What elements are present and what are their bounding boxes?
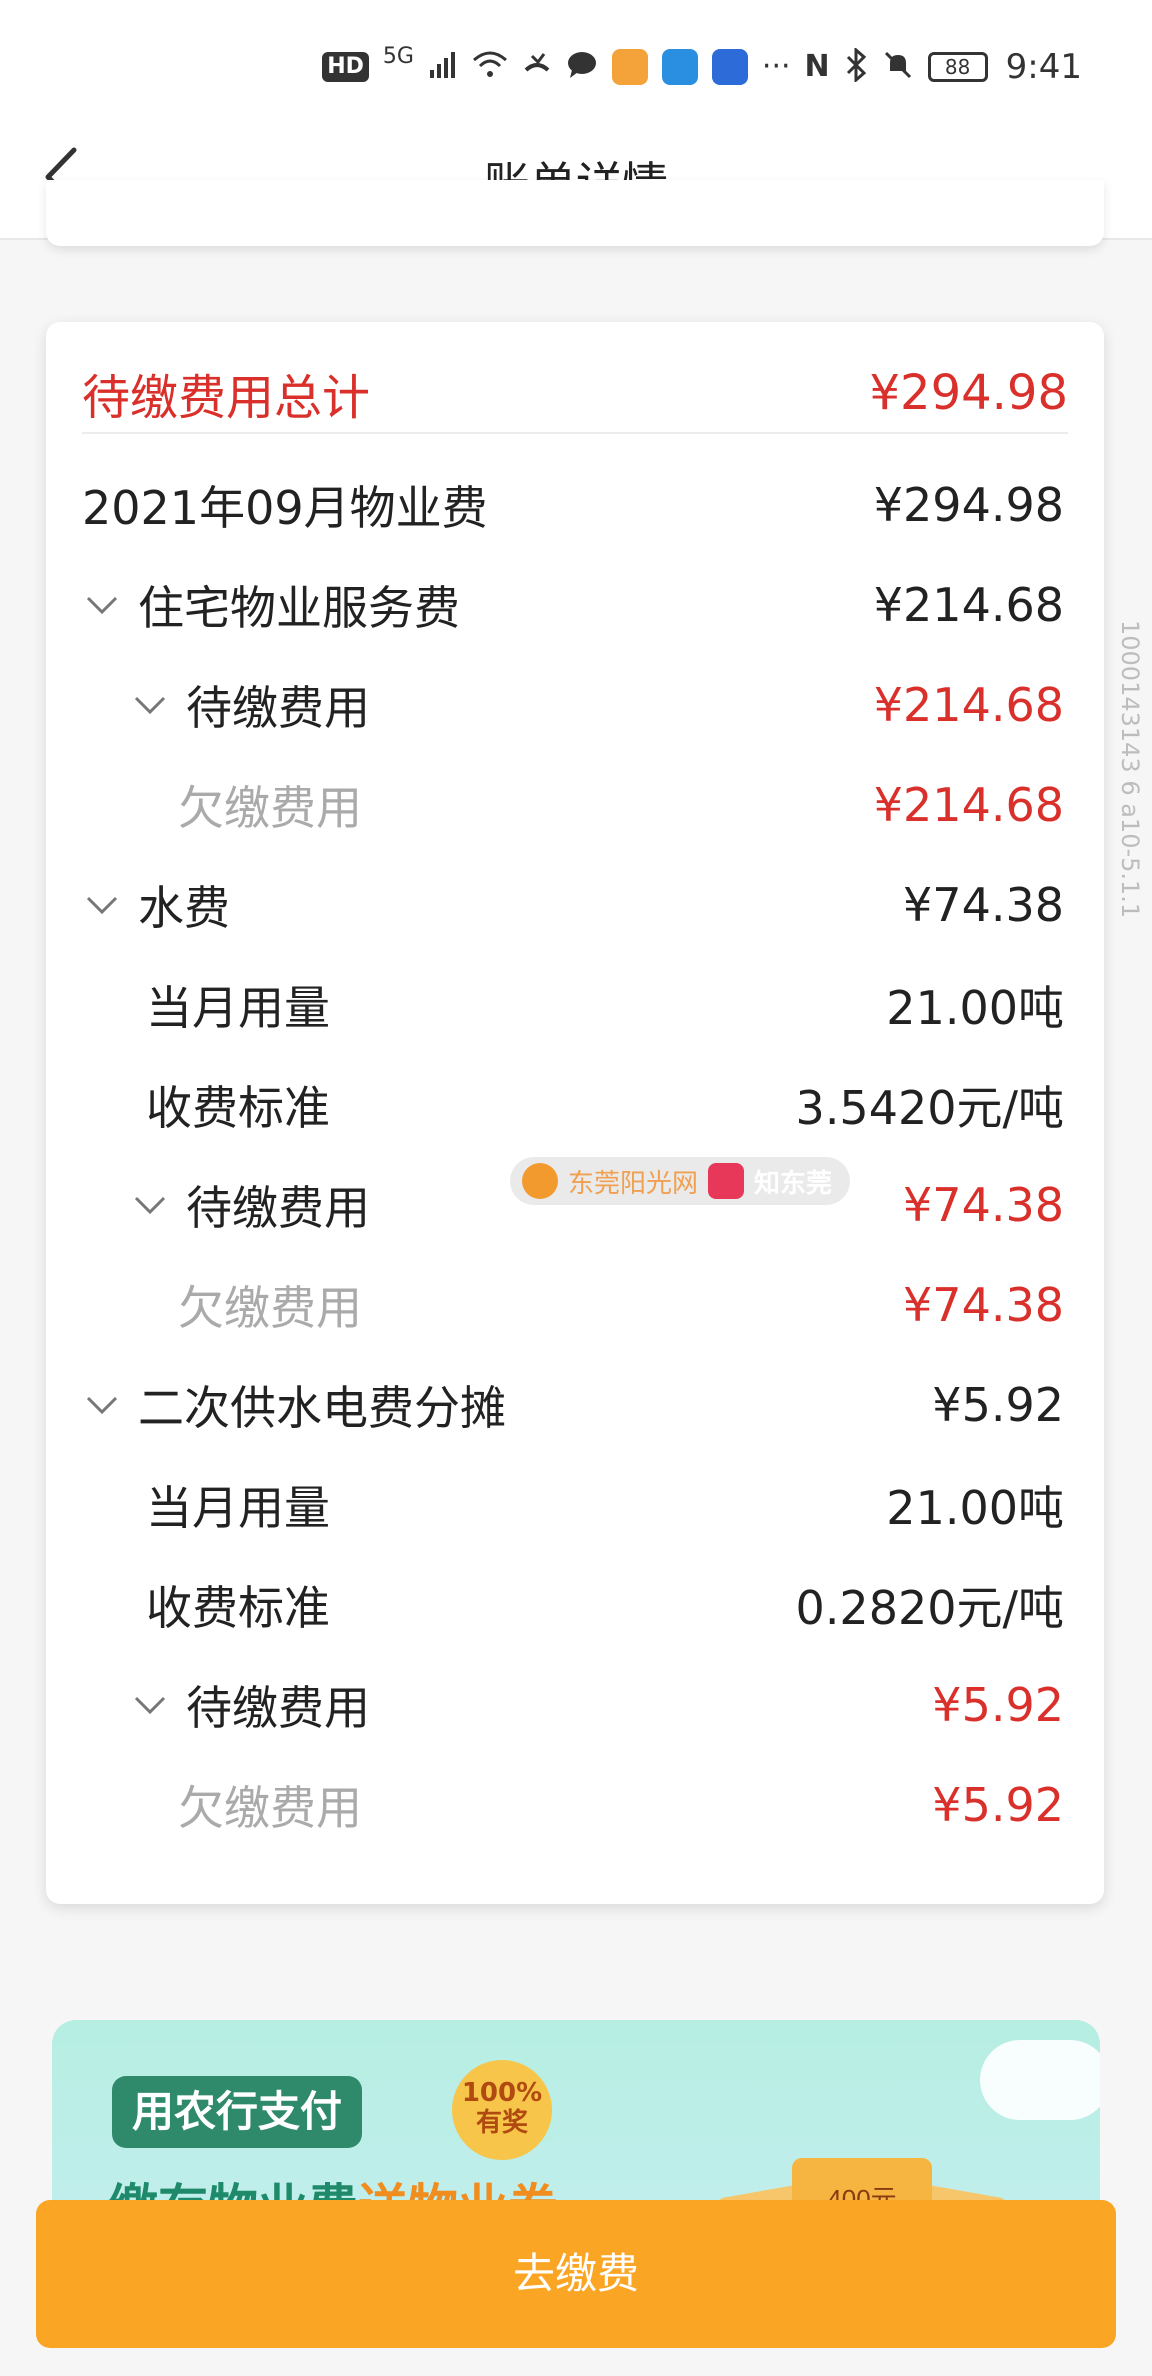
overdue-fee-row: 欠缴费用 ¥214.68	[178, 770, 1064, 840]
row-label: 2021年09月物业费	[82, 481, 488, 535]
fee-group-water[interactable]: 水费 ¥74.38	[82, 870, 1064, 940]
battery-icon: 88	[927, 52, 988, 82]
watermark-brand: 知东莞	[754, 1168, 833, 1199]
status-time: 9:41	[1005, 47, 1082, 87]
bluetooth-icon	[844, 46, 868, 86]
row-value: ¥74.38	[903, 878, 1064, 932]
bill-card: 待缴费用总计 ¥294.98 2021年09月物业费 ¥294.98 住宅物业服…	[46, 322, 1104, 1904]
row-label: 欠缴费用	[178, 1281, 362, 1335]
overdue-fee-row: 欠缴费用 ¥5.92	[178, 1770, 1064, 1840]
prize-badge: 100% 有奖	[452, 2060, 552, 2160]
message-icon	[566, 50, 598, 84]
watermark-site: 东莞阳光网	[568, 1168, 699, 1199]
row-label: 待缴费用	[186, 1681, 370, 1735]
chevron-down-icon[interactable]	[82, 890, 126, 920]
row-label: 当月用量	[146, 1481, 330, 1535]
fee-group-secondary-water[interactable]: 二次供水电费分摊 ¥5.92	[82, 1370, 1064, 1440]
hd-icon: HD	[322, 52, 369, 82]
nfc-icon: N	[804, 49, 830, 84]
pending-fee-row[interactable]: 待缴费用 ¥214.68	[130, 670, 1064, 740]
row-label: 收费标准	[146, 1581, 330, 1635]
row-value: ¥5.92	[932, 1778, 1064, 1832]
row-label: 待缴费用	[186, 681, 370, 735]
row-value: 3.5420元/吨	[795, 1081, 1064, 1135]
row-value: ¥214.68	[873, 778, 1064, 832]
row-label: 待缴费用	[186, 1181, 370, 1235]
row-value: ¥5.92	[932, 1678, 1064, 1732]
row-value: 21.00吨	[886, 1481, 1064, 1535]
row-value: ¥214.68	[873, 578, 1064, 632]
banner-tag: 用农行支付	[112, 2076, 363, 2148]
fee-group-residential[interactable]: 住宅物业服务费 ¥214.68	[82, 570, 1064, 640]
cloud-decoration	[980, 2040, 1100, 2120]
total-amount: ¥294.98	[869, 365, 1069, 421]
pay-button[interactable]: 去缴费	[36, 2200, 1116, 2348]
mute-bell-icon	[882, 49, 914, 85]
status-icons: HD 5G ··· N 88 9:41	[322, 44, 1082, 89]
wifi-icon	[472, 50, 508, 84]
row-label: 欠缴费用	[178, 781, 362, 835]
row-label: 二次供水电费分摊	[138, 1381, 506, 1435]
chevron-down-icon[interactable]	[130, 1690, 174, 1720]
row-value: 21.00吨	[886, 981, 1064, 1035]
bill-period-row: 2021年09月物业费 ¥294.98	[82, 470, 1064, 540]
badge-line1: 100%	[461, 2078, 543, 2108]
app-notification-icon	[611, 49, 648, 85]
row-label: 收费标准	[146, 1081, 330, 1135]
watermark: 东莞阳光网 知东莞	[510, 1157, 850, 1205]
pending-fee-row[interactable]: 待缴费用 ¥5.92	[130, 1670, 1064, 1740]
chevron-down-icon[interactable]	[82, 590, 126, 620]
row-label: 水费	[138, 881, 230, 935]
rate-row: 收费标准 0.2820元/吨	[146, 1570, 1064, 1640]
more-notifications-icon: ···	[761, 49, 791, 84]
usage-row: 当月用量 21.00吨	[146, 970, 1064, 1040]
row-label: 住宅物业服务费	[138, 581, 460, 635]
app-notification-icon-3	[711, 49, 748, 85]
row-value: ¥294.98	[873, 478, 1064, 532]
signal-icon: 5G	[382, 44, 414, 69]
chevron-down-icon[interactable]	[130, 1190, 174, 1220]
bill-total-row: 待缴费用总计 ¥294.98	[82, 354, 1068, 434]
total-label: 待缴费用总计	[82, 370, 371, 426]
app-notification-icon-2	[661, 49, 698, 85]
chevron-down-icon[interactable]	[82, 1390, 126, 1420]
row-value: ¥74.38	[903, 1178, 1064, 1232]
usage-row: 当月用量 21.00吨	[146, 1470, 1064, 1540]
row-value: ¥74.38	[903, 1278, 1064, 1332]
row-label: 欠缴费用	[178, 1781, 362, 1835]
row-value: ¥5.92	[932, 1378, 1064, 1432]
side-identifier: 1000143143 6 a10-5.1.1	[1116, 620, 1144, 919]
badge-line2: 有奖	[475, 2108, 528, 2138]
previous-card-edge	[46, 180, 1104, 246]
row-value: ¥214.68	[873, 678, 1064, 732]
row-value: 0.2820元/吨	[795, 1581, 1064, 1635]
row-label: 当月用量	[146, 981, 330, 1035]
chevron-down-icon[interactable]	[130, 690, 174, 720]
overdue-fee-row: 欠缴费用 ¥74.38	[178, 1270, 1064, 1340]
rate-row: 收费标准 3.5420元/吨	[146, 1070, 1064, 1140]
signal-bars-icon	[428, 50, 458, 84]
watermark-eye-icon	[708, 1163, 745, 1199]
watermark-logo-icon	[522, 1163, 558, 1199]
missed-call-icon	[522, 50, 552, 84]
status-bar: HD 5G ··· N 88 9:41	[0, 0, 1152, 120]
